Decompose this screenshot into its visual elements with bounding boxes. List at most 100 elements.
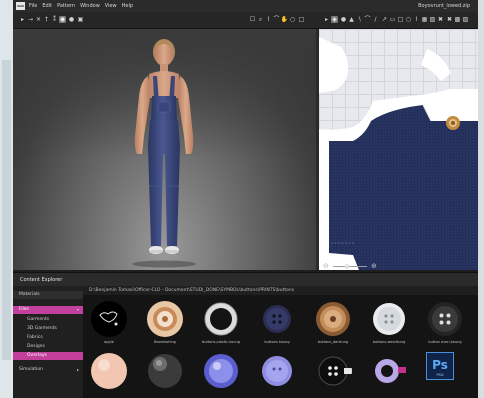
- thumbnail-item[interactable]: buttons plastic-koung: [197, 300, 245, 350]
- thumbnail-item[interactable]: button oven-koung: [421, 300, 469, 350]
- lilac-ring-button-icon: [375, 359, 406, 383]
- tree-item-garments[interactable]: Garments: [13, 316, 83, 324]
- simulation-icon[interactable]: ◉: [59, 16, 66, 23]
- hand-tool-icon[interactable]: ✋: [281, 16, 288, 23]
- left-window-edge: [0, 0, 13, 398]
- layout-tool-icon[interactable]: ▧: [429, 16, 436, 23]
- lilac-button-icon: [262, 356, 292, 386]
- pattern-pieces: [319, 37, 478, 270]
- pleat-tool-icon[interactable]: ⌇: [413, 16, 420, 23]
- thumbnail-item[interactable]: apple: [85, 300, 133, 350]
- thumbnail-item[interactable]: [141, 352, 189, 398]
- black-white-button-icon: [318, 356, 352, 386]
- edit-pattern-icon[interactable]: ▸: [323, 16, 330, 23]
- thumbnail-item[interactable]: [309, 352, 357, 398]
- shape-tool-icon[interactable]: ○: [289, 16, 296, 23]
- transform-icon[interactable]: ●: [340, 16, 347, 23]
- tack-tool-icon[interactable]: †: [43, 16, 50, 23]
- thumbnail-caption: apple: [104, 340, 114, 344]
- texture-tool-icon[interactable]: ▩: [454, 16, 461, 23]
- tree-category-files[interactable]: Files ▾: [13, 306, 83, 314]
- file-name: Boyovrunt_lowed.zip: [418, 3, 470, 9]
- toolbar: ▸ → ✕ † ⁑ ◉ ● ▣ ☐ ⌕ ⌇ ⌒ ✋ ○ □ ▸ ◈ ● ▲ ∖ …: [13, 12, 478, 29]
- chevron-right-icon: ▸: [76, 367, 79, 372]
- menu-file[interactable]: File: [29, 0, 37, 12]
- menu-pattern[interactable]: Pattern: [57, 0, 75, 12]
- tree-category-simulation[interactable]: Simulation ▸: [13, 366, 83, 374]
- segment-icon[interactable]: ⌇: [265, 16, 272, 23]
- thumbnail-item[interactable]: Boombshing: [141, 300, 189, 350]
- thumbnail-item[interactable]: buttons-weedkung: [365, 300, 413, 350]
- arc-tool-icon[interactable]: ⌒: [364, 16, 371, 23]
- pin-tool-icon[interactable]: ✕: [35, 16, 42, 23]
- black-button-icon: [91, 301, 127, 337]
- select-arrow-icon[interactable]: ▸: [19, 16, 26, 23]
- move-tool-icon[interactable]: →: [27, 16, 34, 23]
- thumbnail-caption: Boombshing: [154, 340, 176, 344]
- polygon-tool-icon[interactable]: ▲: [348, 16, 355, 23]
- thumbnail-item[interactable]: [253, 352, 301, 398]
- thumbnail-caption: buttons-weedkung: [372, 340, 406, 344]
- thumbnail-item[interactable]: buttons koung: [253, 300, 301, 350]
- zoom-icon[interactable]: ⌕: [257, 16, 264, 23]
- grid-tool-icon[interactable]: ▦: [421, 16, 428, 23]
- menu-edit[interactable]: Edit: [42, 0, 52, 12]
- app-logo: CLO: [16, 2, 25, 10]
- zoom-out-icon[interactable]: ⊖: [323, 262, 329, 270]
- thumbnail-item[interactable]: Ps PSD: [421, 352, 469, 398]
- rectangle-tool-icon[interactable]: ▭: [389, 16, 396, 23]
- thumbnail-grid: D:\Benjamin Tomasi\Officer-CLO - Documen…: [83, 286, 478, 398]
- tree-item-overlays[interactable]: Overlays: [13, 352, 83, 360]
- path-bar: D:\Benjamin Tomasi\Officer-CLO - Documen…: [83, 286, 478, 295]
- 2d-pattern-window[interactable]: [319, 29, 478, 270]
- menu-bar: CLO File Edit Pattern Window View Help B…: [13, 0, 478, 12]
- library-tree: Materials Files ▾ Garments 3D Garments Fa…: [13, 286, 83, 398]
- avatar-icon[interactable]: ☐: [249, 16, 256, 23]
- avatar-model: [132, 39, 196, 268]
- record-icon[interactable]: ●: [68, 16, 75, 23]
- fold-tool-icon[interactable]: ⁑: [51, 16, 58, 23]
- pattern-zoom-control: ⊖ ⊕: [323, 262, 383, 270]
- ps-letters: Ps: [432, 358, 448, 372]
- curve-tool-icon[interactable]: ⌒: [273, 16, 280, 23]
- left-window-stripe: [2, 60, 11, 360]
- dart-tool-icon[interactable]: ↗: [381, 16, 388, 23]
- symmetry-tool-icon[interactable]: ▨: [462, 16, 469, 23]
- zoom-in-icon[interactable]: ⊕: [371, 262, 377, 270]
- clo-app-window: CLO File Edit Pattern Window View Help B…: [13, 0, 478, 398]
- camera-icon[interactable]: ▣: [77, 16, 84, 23]
- content-explorer-header: Content Explorer: [13, 272, 478, 287]
- copper-button-icon: [316, 302, 350, 336]
- tree-header-materials[interactable]: Materials: [13, 291, 83, 299]
- tree-item-designs[interactable]: Designs: [13, 343, 83, 351]
- line-tool-icon[interactable]: ∕: [372, 16, 379, 23]
- zoom-slider-handle[interactable]: [345, 264, 349, 269]
- thumbnail-item[interactable]: buttons_denkung: [309, 300, 357, 350]
- edit-point-icon[interactable]: ◈: [331, 16, 338, 23]
- current-path: D:\Benjamin Tomasi\Officer-CLO - Documen…: [89, 288, 295, 293]
- display-icon[interactable]: □: [298, 16, 305, 23]
- frame-tool-icon[interactable]: □: [397, 16, 404, 23]
- menu-help[interactable]: Help: [122, 0, 133, 12]
- menu-window[interactable]: Window: [80, 0, 100, 12]
- content-explorer-title: Content Explorer: [20, 277, 63, 283]
- tree-item-fabrics[interactable]: Fabrics: [13, 334, 83, 342]
- thumbnail-item[interactable]: [197, 352, 245, 398]
- white-button-icon: [373, 303, 405, 335]
- ps-extension: PSD: [436, 373, 444, 377]
- dark-sphere-icon: [148, 354, 182, 388]
- menu-view[interactable]: View: [105, 0, 117, 12]
- silver-ring-button-icon: [204, 302, 238, 336]
- sewing-tool-icon[interactable]: ✖: [446, 16, 453, 23]
- thumbnail-item[interactable]: [85, 352, 133, 398]
- 3d-viewport[interactable]: [13, 29, 316, 270]
- zoom-slider-track[interactable]: [333, 266, 367, 267]
- photoshop-file-icon: Ps PSD: [426, 352, 454, 380]
- tree-item-3d-garments[interactable]: 3D Garments: [13, 325, 83, 333]
- metal-rivet-button-icon: [147, 301, 183, 337]
- thumbnail-item[interactable]: [365, 352, 413, 398]
- curve-point-icon[interactable]: ∖: [356, 16, 363, 23]
- right-window-edge: [478, 0, 484, 398]
- circle-tool-icon[interactable]: ○: [405, 16, 412, 23]
- seam-tool-icon[interactable]: ✖: [437, 16, 444, 23]
